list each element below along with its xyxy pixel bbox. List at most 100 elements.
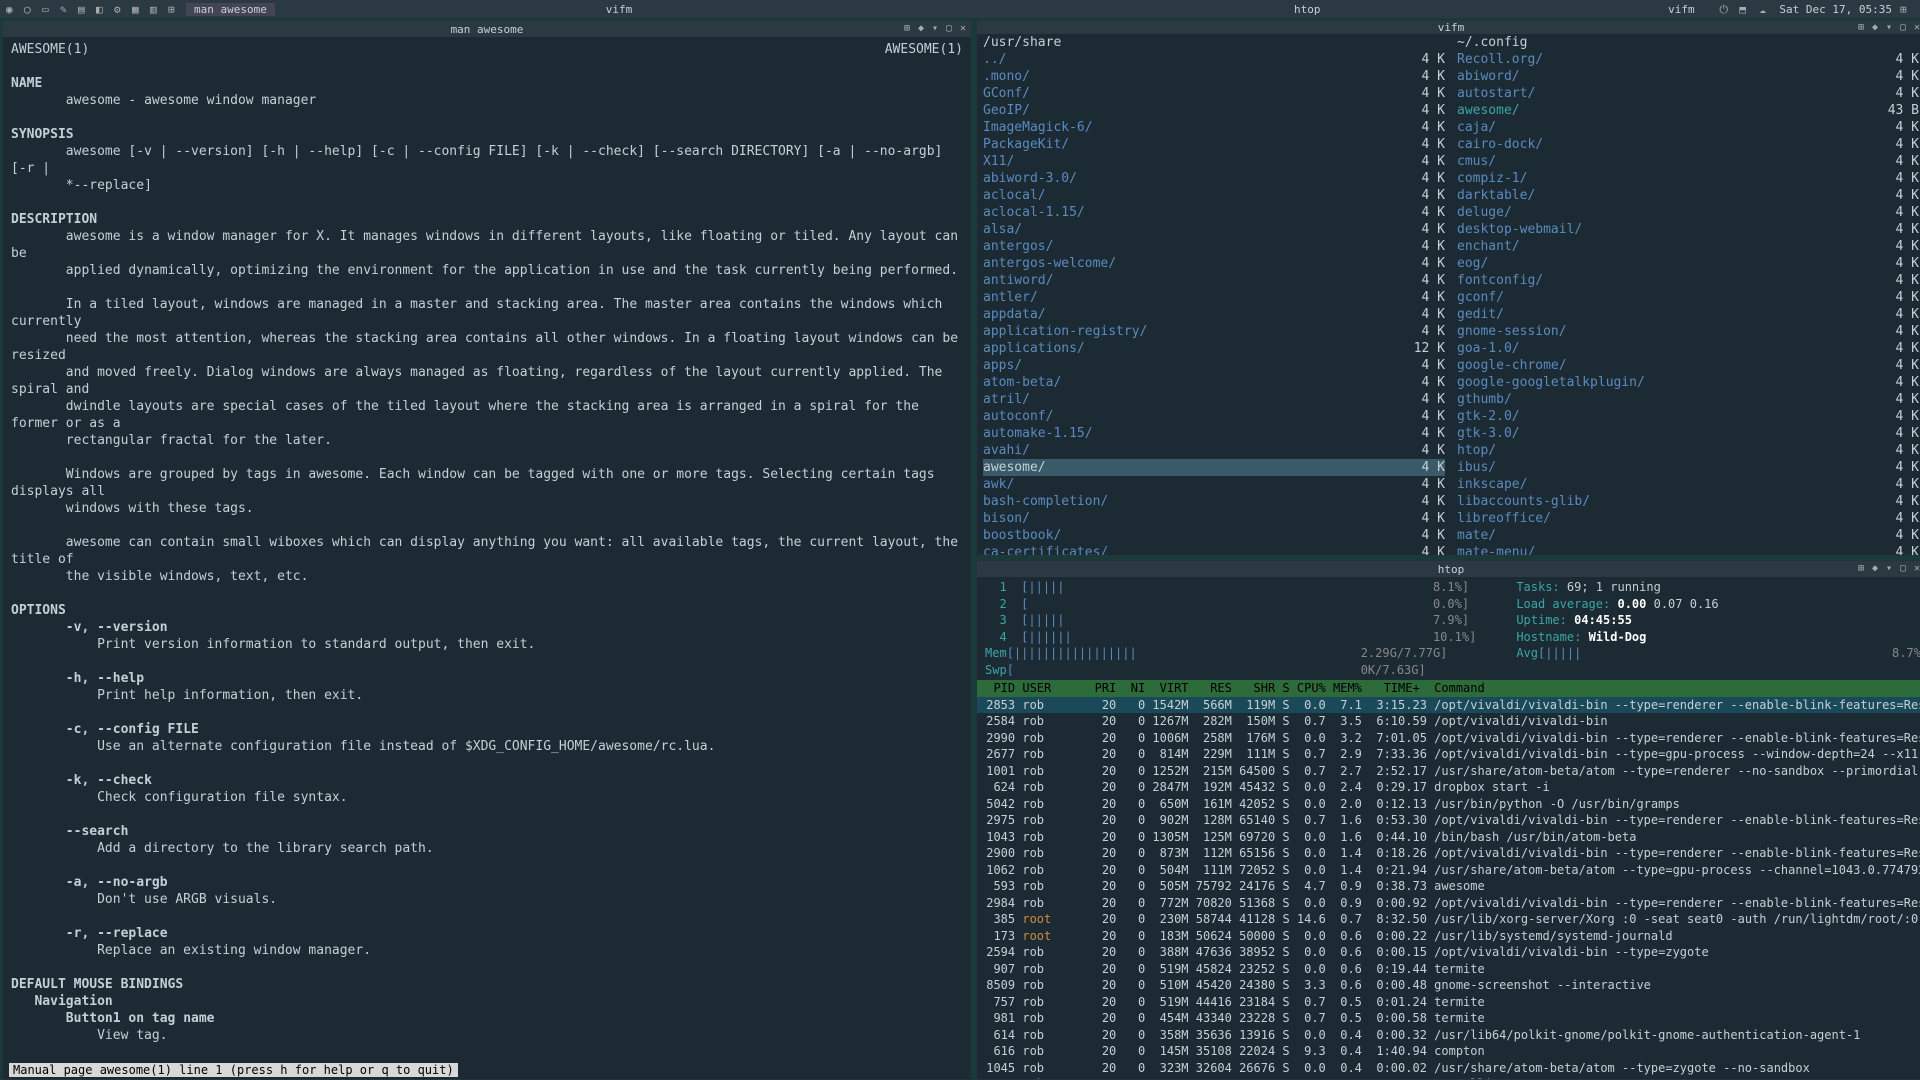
file-row[interactable]: darktable/4 K xyxy=(1457,187,1919,204)
file-row[interactable]: awk/4 K xyxy=(983,476,1445,493)
file-row[interactable]: compiz-1/4 K xyxy=(1457,170,1919,187)
maximize-icon[interactable]: ▢ xyxy=(1897,22,1909,34)
file-row[interactable]: appdata/4 K xyxy=(983,306,1445,323)
process-row[interactable]: 2975 rob 20 0 902M 128M 65140 S 0.7 1.6 … xyxy=(977,812,1920,829)
file-row[interactable]: caja/4 K xyxy=(1457,119,1919,136)
file-row[interactable]: enchant/4 K xyxy=(1457,238,1919,255)
file-row[interactable]: mate-menu/4 K xyxy=(1457,544,1919,556)
file-row[interactable]: antergos-welcome/4 K xyxy=(983,255,1445,272)
file-row[interactable]: application-registry/4 K xyxy=(983,323,1445,340)
file-row[interactable]: cairo-dock/4 K xyxy=(1457,136,1919,153)
process-row[interactable]: 1062 rob 20 0 504M 111M 72052 S 0.0 1.4 … xyxy=(977,862,1920,879)
tag-list[interactable]: ◉ ◯ ▭ ✎ ▤ ◧ ⚙ ▦ ▥ ⊞ xyxy=(0,3,186,15)
file-row[interactable]: Recoll.org/4 K xyxy=(1457,51,1919,68)
file-row[interactable]: atril/4 K xyxy=(983,391,1445,408)
close-icon[interactable]: ✕ xyxy=(957,23,969,35)
file-row[interactable]: avahi/4 K xyxy=(983,442,1445,459)
file-row[interactable]: PackageKit/4 K xyxy=(983,136,1445,153)
file-row[interactable]: libaccounts-glib/4 K xyxy=(1457,493,1919,510)
process-row[interactable]: 1001 rob 20 0 1252M 215M 64500 S 0.7 2.7… xyxy=(977,763,1920,780)
file-row[interactable]: google-googletalkplugin/4 K xyxy=(1457,374,1919,391)
file-row[interactable]: aclocal-1.15/4 K xyxy=(983,204,1445,221)
file-row[interactable]: ../4 K xyxy=(983,51,1445,68)
file-row[interactable]: eog/4 K xyxy=(1457,255,1919,272)
file-row[interactable]: antergos/4 K xyxy=(983,238,1445,255)
floating-icon[interactable]: ⊞ xyxy=(1855,563,1867,575)
tag-icon[interactable]: ◉ xyxy=(6,3,18,15)
file-row[interactable]: gtk-3.0/4 K xyxy=(1457,425,1919,442)
file-row[interactable]: gconf/4 K xyxy=(1457,289,1919,306)
tag-icon[interactable]: ◯ xyxy=(24,3,36,15)
task-vifm2[interactable]: vifm xyxy=(1651,3,1711,16)
vifm-right-col[interactable]: ~/.configRecoll.org/4 Kabiword/4 Kautost… xyxy=(1451,34,1920,556)
file-row[interactable]: inkscape/4 K xyxy=(1457,476,1919,493)
tag-icon[interactable]: ◧ xyxy=(96,3,108,15)
process-row[interactable]: 2853 rob 20 0 1542M 566M 119M S 0.0 7.1 … xyxy=(977,697,1920,714)
vifm-left-col[interactable]: /usr/share../4 K.mono/4 KGConf/4 KGeoIP/… xyxy=(977,34,1451,556)
process-row[interactable]: 618 rob 20 0 515M 23942 17473 S 0.0 0.3 … xyxy=(977,1076,1920,1079)
minimize-icon[interactable]: ▾ xyxy=(1883,22,1895,34)
file-row[interactable]: awesome/4 K xyxy=(983,459,1445,476)
file-row[interactable]: awesome/43 B xyxy=(1457,102,1919,119)
file-row[interactable]: gedit/4 K xyxy=(1457,306,1919,323)
man-content[interactable]: AWESOME(1)AWESOME(1) NAME awesome - awes… xyxy=(3,37,971,1079)
minimize-icon[interactable]: ▾ xyxy=(1883,563,1895,575)
file-row[interactable]: autostart/4 K xyxy=(1457,85,1919,102)
file-row[interactable]: atom-beta/4 K xyxy=(983,374,1445,391)
file-row[interactable]: apps/4 K xyxy=(983,357,1445,374)
file-row[interactable]: X11/4 K xyxy=(983,153,1445,170)
tray-icon[interactable]: ⏻ xyxy=(1719,3,1731,15)
ontop-icon[interactable]: ◆ xyxy=(1869,22,1881,34)
tag-icon[interactable]: ▤ xyxy=(78,3,90,15)
process-row[interactable]: 173 root 20 0 183M 50624 50000 S 0.0 0.6… xyxy=(977,928,1920,945)
tag-icon[interactable]: ✎ xyxy=(60,3,72,15)
floating-icon[interactable]: ⊞ xyxy=(901,23,913,35)
process-row[interactable]: 624 rob 20 0 2847M 192M 45432 S 0.0 2.4 … xyxy=(977,779,1920,796)
process-row[interactable]: 2900 rob 20 0 873M 112M 65156 S 0.0 1.4 … xyxy=(977,845,1920,862)
file-row[interactable]: libreoffice/4 K xyxy=(1457,510,1919,527)
task-htop[interactable]: htop xyxy=(963,3,1651,16)
file-row[interactable]: boostbook/4 K xyxy=(983,527,1445,544)
htop-body[interactable]: 1 [||||| 8.1%] 2 [ 0.0%] 3 [||||| 7.9% xyxy=(977,577,1920,1079)
task-vifm[interactable]: vifm xyxy=(275,3,963,16)
process-row[interactable]: 2984 rob 20 0 772M 70820 51368 S 0.0 0.9… xyxy=(977,895,1920,912)
file-row[interactable]: deluge/4 K xyxy=(1457,204,1919,221)
file-row[interactable]: bison/4 K xyxy=(983,510,1445,527)
file-row[interactable]: gthumb/4 K xyxy=(1457,391,1919,408)
tag-icon[interactable]: ▦ xyxy=(132,3,144,15)
file-row[interactable]: GConf/4 K xyxy=(983,85,1445,102)
file-row[interactable]: mate/4 K xyxy=(1457,527,1919,544)
tag-icon[interactable]: ▭ xyxy=(42,3,54,15)
tray-icon[interactable]: ☁ xyxy=(1759,3,1771,15)
file-row[interactable]: .mono/4 K xyxy=(983,68,1445,85)
vifm-body[interactable]: /usr/share../4 K.mono/4 KGConf/4 KGeoIP/… xyxy=(977,34,1920,556)
task-current[interactable]: man awesome xyxy=(186,3,275,16)
process-row[interactable]: 907 rob 20 0 519M 45824 23252 S 0.0 0.6 … xyxy=(977,961,1920,978)
file-row[interactable]: alsa/4 K xyxy=(983,221,1445,238)
process-row[interactable]: 2677 rob 20 0 814M 229M 111M S 0.7 2.9 7… xyxy=(977,746,1920,763)
process-row[interactable]: 614 rob 20 0 358M 35636 13916 S 0.0 0.4 … xyxy=(977,1027,1920,1044)
process-row[interactable]: 2594 rob 20 0 388M 47636 38952 S 0.0 0.6… xyxy=(977,944,1920,961)
close-icon[interactable]: ✕ xyxy=(1911,22,1920,34)
file-row[interactable]: ca-certificates/4 K xyxy=(983,544,1445,556)
floating-icon[interactable]: ⊞ xyxy=(1855,22,1867,34)
file-row[interactable]: goa-1.0/4 K xyxy=(1457,340,1919,357)
maximize-icon[interactable]: ▢ xyxy=(1897,563,1909,575)
process-row[interactable]: 593 rob 20 0 505M 75792 24176 S 4.7 0.9 … xyxy=(977,878,1920,895)
process-row[interactable]: 8509 rob 20 0 510M 45420 24380 S 3.3 0.6… xyxy=(977,977,1920,994)
file-row[interactable]: gnome-session/4 K xyxy=(1457,323,1919,340)
file-row[interactable]: applications/12 K xyxy=(983,340,1445,357)
file-row[interactable]: google-chrome/4 K xyxy=(1457,357,1919,374)
maximize-icon[interactable]: ▢ xyxy=(943,23,955,35)
process-row[interactable]: 385 root 20 0 230M 58744 41128 S 14.6 0.… xyxy=(977,911,1920,928)
file-row[interactable]: automake-1.15/4 K xyxy=(983,425,1445,442)
process-row[interactable]: 2584 rob 20 0 1267M 282M 150M S 0.7 3.5 … xyxy=(977,713,1920,730)
process-row[interactable]: 1045 rob 20 0 323M 32604 26676 S 0.0 0.4… xyxy=(977,1060,1920,1077)
file-row[interactable]: GeoIP/4 K xyxy=(983,102,1445,119)
file-row[interactable]: desktop-webmail/4 K xyxy=(1457,221,1919,238)
file-row[interactable]: ibus/4 K xyxy=(1457,459,1919,476)
tag-icon[interactable]: ▥ xyxy=(150,3,162,15)
file-row[interactable]: bash-completion/4 K xyxy=(983,493,1445,510)
tray-icon[interactable]: ⬒ xyxy=(1739,3,1751,15)
process-row[interactable]: 616 rob 20 0 145M 35108 22024 S 9.3 0.4 … xyxy=(977,1043,1920,1060)
